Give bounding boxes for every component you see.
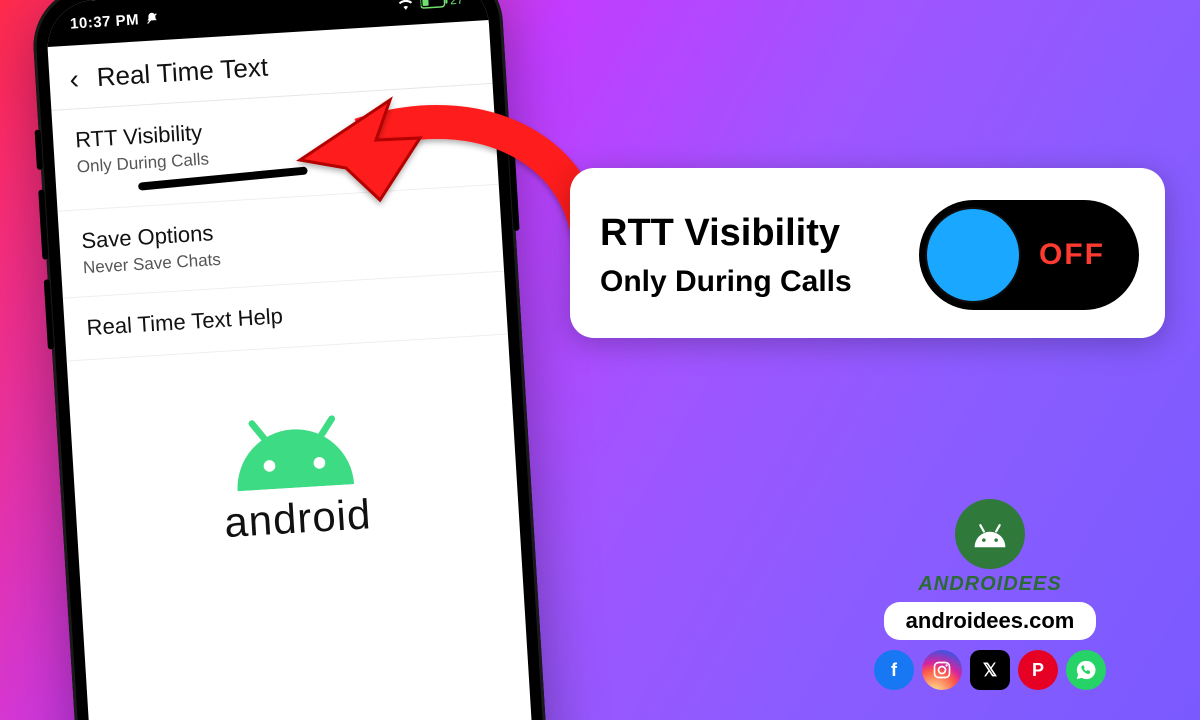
android-wordmark: android xyxy=(76,481,520,556)
pinterest-icon[interactable]: P xyxy=(1018,650,1058,690)
back-button[interactable]: ‹ xyxy=(69,65,80,94)
brand-logo xyxy=(955,499,1025,569)
promo-canvas: 10:37 PM 27 ‹ Real Time Text xyxy=(0,0,1200,720)
android-logo-block: android xyxy=(69,374,520,556)
battery-indicator: 27 xyxy=(420,0,464,9)
phone-mockup: 10:37 PM 27 ‹ Real Time Text xyxy=(30,0,558,720)
wifi-icon xyxy=(396,0,415,11)
row-title: Real Time Text Help xyxy=(86,291,485,341)
brand-block: ANDROIDEES androidees.com f 𝕏 P xyxy=(850,499,1130,690)
toggle-label: OFF xyxy=(1019,238,1139,272)
android-icon xyxy=(205,383,381,493)
phone-screen: 10:37 PM 27 ‹ Real Time Text xyxy=(45,0,543,720)
status-time: 10:37 PM xyxy=(70,11,140,32)
brand-name: ANDROIDEES xyxy=(850,573,1130,596)
callout-card: RTT Visibility Only During Calls OFF xyxy=(570,168,1165,338)
social-row: f 𝕏 P xyxy=(850,650,1130,690)
whatsapp-icon[interactable] xyxy=(1066,650,1106,690)
page-title: Real Time Text xyxy=(96,52,269,93)
card-title: RTT Visibility xyxy=(600,212,919,255)
brand-domain[interactable]: androidees.com xyxy=(884,602,1097,640)
x-icon[interactable]: 𝕏 xyxy=(970,650,1010,690)
off-toggle[interactable]: OFF xyxy=(919,200,1139,310)
facebook-icon[interactable]: f xyxy=(874,650,914,690)
toggle-knob xyxy=(927,209,1019,301)
card-subtitle: Only During Calls xyxy=(600,265,919,299)
instagram-icon[interactable] xyxy=(922,650,962,690)
battery-percent: 27 xyxy=(450,0,464,7)
